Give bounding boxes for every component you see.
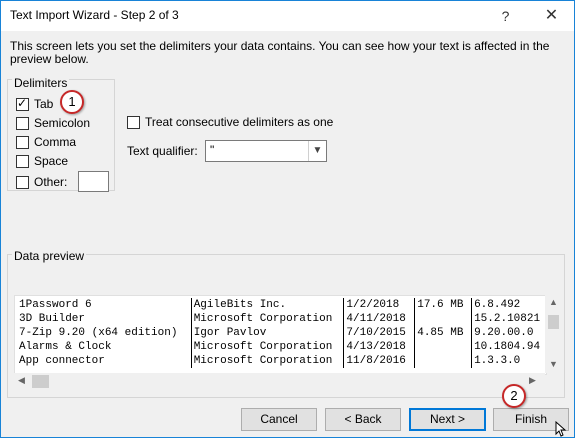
- space-label: Space: [34, 154, 69, 168]
- table-row: 1Password 6 AgileBits Inc. 1/2/2018 17.6…: [17, 298, 546, 312]
- table-row: 7-Zip 9.20 (x64 edition) Igor Pavlov 7/1…: [17, 326, 546, 340]
- description-text: This screen lets you set the delimiters …: [10, 39, 550, 66]
- other-checkbox[interactable]: [16, 175, 29, 189]
- table-cell: 11/8/2016: [343, 354, 416, 368]
- table-cell: 17.6 MB: [414, 298, 473, 312]
- title-bar: Text Import Wizard - Step 2 of 3 ? ✕: [1, 1, 574, 31]
- table-cell: 4/13/2018: [343, 340, 416, 354]
- table-cell: 3D Builder: [17, 312, 192, 326]
- table-cell: Alarms & Clock: [17, 340, 192, 354]
- table-cell: [414, 312, 473, 326]
- other-checkbox-row[interactable]: Other:: [16, 174, 67, 190]
- tab-checkbox[interactable]: [16, 96, 29, 111]
- table-cell: Igor Pavlov: [191, 326, 345, 340]
- text-import-wizard-dialog: Text Import Wizard - Step 2 of 3 ? ✕ Thi…: [0, 0, 575, 438]
- horizontal-scrollbar[interactable]: ◀ ▶: [14, 373, 545, 390]
- table-cell: 4.85 MB: [414, 326, 473, 340]
- semicolon-checkbox-row[interactable]: Semicolon: [16, 115, 90, 131]
- table-cell: 7/10/2015: [343, 326, 416, 340]
- delimiters-label: Delimiters: [12, 76, 70, 90]
- table-cell: 9.20.00.0: [474, 327, 534, 339]
- back-button[interactable]: < Back: [325, 408, 401, 431]
- window-title: Text Import Wizard - Step 2 of 3: [10, 8, 179, 22]
- table-cell: [414, 354, 473, 368]
- comma-checkbox[interactable]: [16, 135, 29, 149]
- scroll-up-icon[interactable]: ▲: [549, 297, 558, 307]
- table-cell: 1/2/2018: [343, 298, 416, 312]
- preview-table: 1Password 6 AgileBits Inc. 1/2/2018 17.6…: [17, 298, 546, 368]
- space-checkbox-row[interactable]: Space: [16, 153, 68, 169]
- help-button[interactable]: ?: [483, 1, 528, 31]
- table-cell: Microsoft Corporation: [191, 340, 345, 354]
- data-preview-label: Data preview: [12, 249, 87, 263]
- vertical-scroll-thumb[interactable]: [548, 315, 559, 329]
- treat-consecutive-row[interactable]: Treat consecutive delimiters as one: [127, 114, 333, 130]
- scroll-down-icon[interactable]: ▼: [549, 359, 558, 369]
- table-cell: 15.2.10821: [474, 313, 541, 325]
- table-cell: [414, 340, 473, 354]
- space-checkbox[interactable]: [16, 154, 29, 168]
- next-button[interactable]: Next >: [409, 408, 486, 431]
- table-row: 3D Builder Microsoft Corporation 4/11/20…: [17, 312, 546, 326]
- table-cell: Microsoft Corporation: [191, 312, 345, 326]
- close-icon[interactable]: ✕: [529, 1, 574, 31]
- table-cell: 6.8.492: [474, 299, 521, 311]
- semicolon-checkbox[interactable]: [16, 116, 29, 130]
- treat-consecutive-checkbox[interactable]: [127, 115, 140, 129]
- tab-label: Tab: [34, 97, 54, 111]
- table-cell: 10.1804.94: [474, 341, 541, 353]
- text-qualifier-label: Text qualifier:: [127, 144, 198, 158]
- comma-checkbox-row[interactable]: Comma: [16, 134, 76, 150]
- scroll-left-icon[interactable]: ◀: [18, 375, 25, 386]
- treat-consecutive-label: Treat consecutive delimiters as one: [145, 115, 334, 129]
- semicolon-label: Semicolon: [34, 116, 91, 130]
- step-2-annotation-badge: 2: [502, 384, 526, 408]
- tab-checkbox-row[interactable]: Tab: [16, 96, 53, 112]
- text-qualifier-value: ": [210, 143, 215, 157]
- table-cell: 1.3.3.0: [474, 355, 521, 367]
- table-cell: 7-Zip 9.20 (x64 edition): [17, 326, 192, 340]
- table-cell: Microsoft Corporation: [191, 354, 345, 368]
- table-row: App connector Microsoft Corporation 11/8…: [17, 354, 546, 368]
- other-label: Other:: [34, 175, 68, 189]
- table-cell: App connector: [17, 354, 192, 368]
- chevron-down-icon[interactable]: ▼: [308, 141, 326, 161]
- horizontal-scroll-thumb[interactable]: [32, 375, 49, 388]
- vertical-scrollbar[interactable]: ▲ ▼: [545, 295, 562, 373]
- other-delimiter-input[interactable]: [78, 171, 109, 192]
- data-preview-area[interactable]: 1Password 6 AgileBits Inc. 1/2/2018 17.6…: [14, 295, 547, 375]
- cancel-button[interactable]: Cancel: [241, 408, 317, 431]
- table-row: Alarms & Clock Microsoft Corporation 4/1…: [17, 340, 546, 354]
- table-cell: 4/11/2018: [343, 312, 416, 326]
- table-cell: 1Password 6: [17, 298, 192, 312]
- step-1-annotation-badge: 1: [60, 90, 84, 114]
- scroll-right-icon[interactable]: ▶: [529, 375, 536, 386]
- mouse-pointer-icon: [555, 421, 567, 437]
- table-cell: AgileBits Inc.: [191, 298, 345, 312]
- text-qualifier-select[interactable]: " ▼: [205, 140, 327, 162]
- comma-label: Comma: [34, 135, 77, 149]
